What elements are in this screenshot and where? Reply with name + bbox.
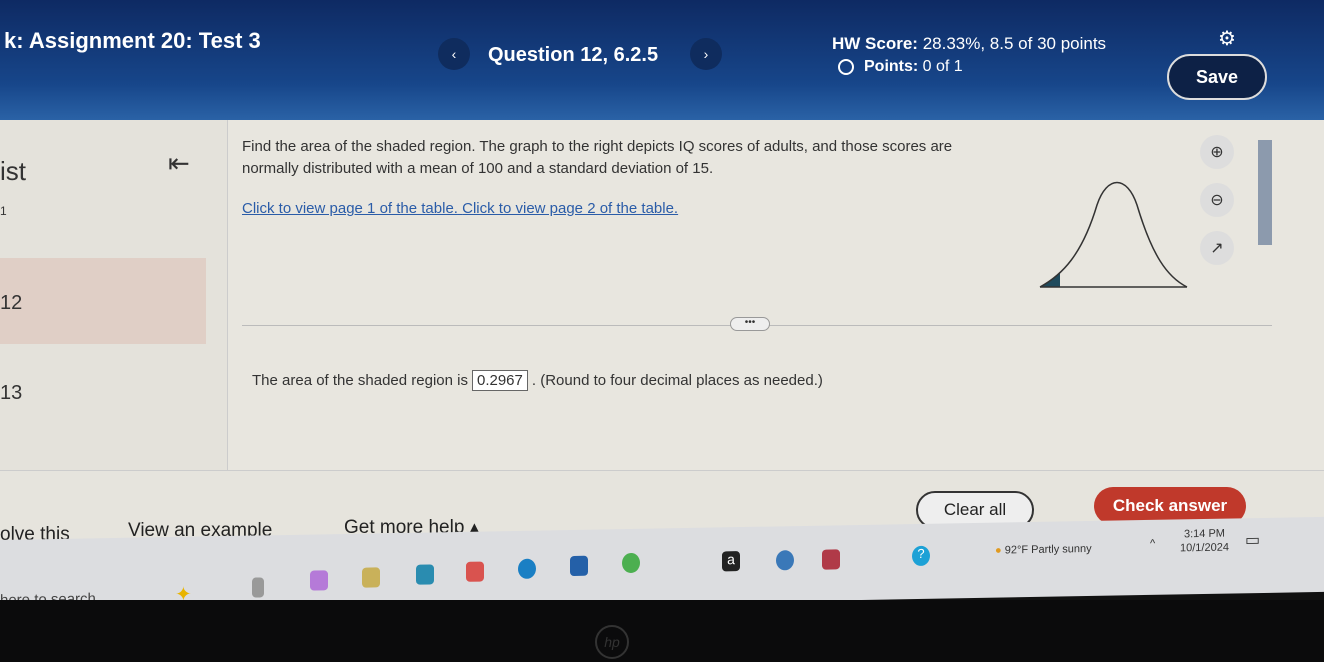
normal-curve — [1039, 181, 1188, 288]
question-title: Question 12, 6.2.5 — [488, 44, 659, 66]
assignment-title: k: Assignment 20: Test 3 — [4, 28, 261, 53]
edge-icon[interactable] — [518, 558, 536, 579]
answer-line: The area of the shaded region is 0.2967 … — [252, 370, 823, 391]
copilot-icon[interactable] — [310, 570, 328, 591]
notification-icon[interactable]: ▭ — [1245, 530, 1260, 550]
sidebar-active-highlight — [0, 258, 206, 344]
question-prompt: Find the area of the shaded region. The … — [242, 138, 953, 177]
sidebar-item-13[interactable]: 13 — [0, 382, 22, 405]
weather-text: 92°F Partly sunny — [1004, 542, 1092, 557]
assignment-header: k: Assignment 20: Test 3 ‹ Question 12, … — [0, 0, 1324, 120]
table-page-1-link[interactable]: Click to view page 1 of the table. — [242, 200, 458, 217]
prev-question-button[interactable]: ‹ — [438, 38, 470, 70]
hw-score: HW Score: 28.33%, 8.5 of 30 points — [832, 34, 1106, 54]
weather-icon: ● — [995, 544, 1002, 557]
scrollbar[interactable] — [1258, 140, 1272, 245]
zoom-out-icon[interactable]: ⊖ — [1200, 183, 1234, 217]
table-links: Click to view page 1 of the table. Click… — [242, 200, 678, 217]
help-icon[interactable]: ? — [912, 545, 930, 567]
mail-icon[interactable] — [416, 564, 434, 585]
expand-dots-button[interactable]: ••• — [730, 317, 770, 331]
sidebar-item-12[interactable]: 12 — [0, 292, 22, 315]
next-question-button[interactable]: › — [690, 38, 722, 70]
chrome-icon[interactable] — [622, 552, 640, 574]
answer-input[interactable]: 0.2967 — [471, 370, 528, 391]
points: Points: 0 of 1 — [838, 58, 963, 76]
answer-prefix: The area of the shaded region is — [252, 372, 468, 389]
mcafee-icon[interactable] — [822, 549, 840, 570]
amazon-icon[interactable]: a — [722, 551, 740, 572]
graph-tools: ⊕ ⊖ ↗ — [1200, 135, 1234, 279]
weather[interactable]: ● 92°F Partly sunny — [995, 543, 1092, 557]
wps-icon[interactable] — [466, 561, 484, 582]
hw-score-value: 28.33%, 8.5 of 30 points — [922, 34, 1107, 53]
save-button[interactable]: Save — [1167, 54, 1267, 100]
time: 3:14 PM — [1183, 527, 1225, 541]
table-page-2-link[interactable]: Click to view page 2 of the table. — [462, 200, 678, 217]
answer-suffix: . (Round to four decimal places as neede… — [531, 372, 823, 389]
store-icon[interactable] — [570, 555, 588, 577]
date: 10/1/2024 — [1180, 541, 1229, 555]
file-explorer-icon[interactable] — [362, 567, 380, 588]
gear-icon[interactable]: ⚙ — [1218, 26, 1236, 51]
sidebar-title: ist — [0, 156, 26, 186]
chevron-right-icon: › — [703, 46, 709, 62]
points-value: 0 of 1 — [922, 58, 963, 75]
sidebar-item-1[interactable]: 1 — [0, 204, 7, 218]
copilot-sparkle-icon[interactable]: ✦ — [175, 582, 193, 606]
popout-icon[interactable]: ↗ — [1200, 231, 1234, 265]
hw-score-label: HW Score: — [832, 34, 918, 53]
chevron-left-icon: ‹ — [451, 46, 457, 62]
collapse-sidebar-icon[interactable]: ⇤ — [168, 148, 190, 179]
points-label: Points: — [864, 58, 919, 75]
status-circle-icon — [838, 59, 854, 75]
monitor-bezel — [0, 600, 1324, 662]
hp-logo: hp — [595, 625, 629, 659]
app-icon[interactable] — [776, 550, 794, 571]
normal-curve-graph — [1039, 181, 1188, 288]
clock[interactable]: 3:14 PM 10/1/2024 — [1180, 527, 1229, 556]
zoom-in-icon[interactable]: ⊕ — [1200, 135, 1234, 169]
tray-chevron-icon[interactable]: ^ — [1150, 538, 1155, 550]
task-view-icon[interactable] — [252, 577, 264, 598]
